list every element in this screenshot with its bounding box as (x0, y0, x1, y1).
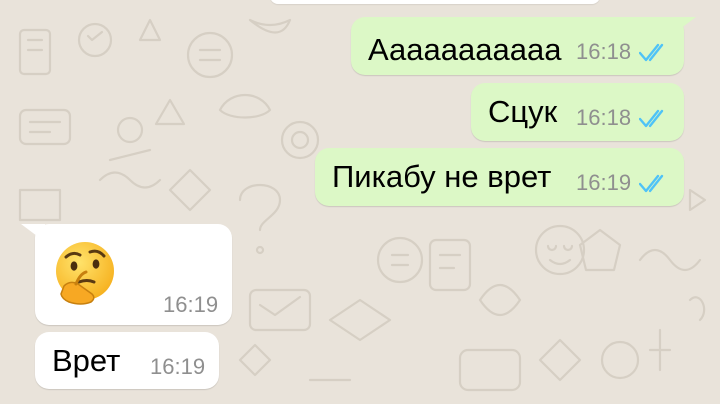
message-time: 16:19 (576, 170, 632, 195)
incoming-message[interactable]: Врет 16:19 (35, 332, 219, 389)
message-text: Врет (52, 343, 121, 378)
double-check-icon (639, 109, 664, 128)
outgoing-message[interactable]: Сцук 16:18 (471, 83, 684, 141)
double-check-icon (639, 174, 664, 193)
incoming-message[interactable]: 16:19 (21, 224, 232, 325)
message-time: 16:18 (576, 39, 632, 64)
message-text: Ааааааааааа (368, 32, 562, 67)
bubble-tail (672, 17, 696, 35)
message-time: 16:18 (576, 105, 632, 130)
double-check-icon (639, 43, 664, 62)
message-time: 16:19 (150, 354, 206, 379)
message-time: 16:19 (163, 292, 219, 317)
bubble-tail (21, 224, 45, 242)
thinking-face-emoji (56, 242, 114, 305)
message-text: Сцук (488, 94, 558, 129)
previous-message-edge (270, 0, 600, 4)
message-text: Пикабу не врет (332, 159, 552, 194)
outgoing-message[interactable]: Ааааааааааа 16:18 (351, 17, 696, 75)
outgoing-message[interactable]: Пикабу не врет 16:19 (315, 148, 684, 206)
